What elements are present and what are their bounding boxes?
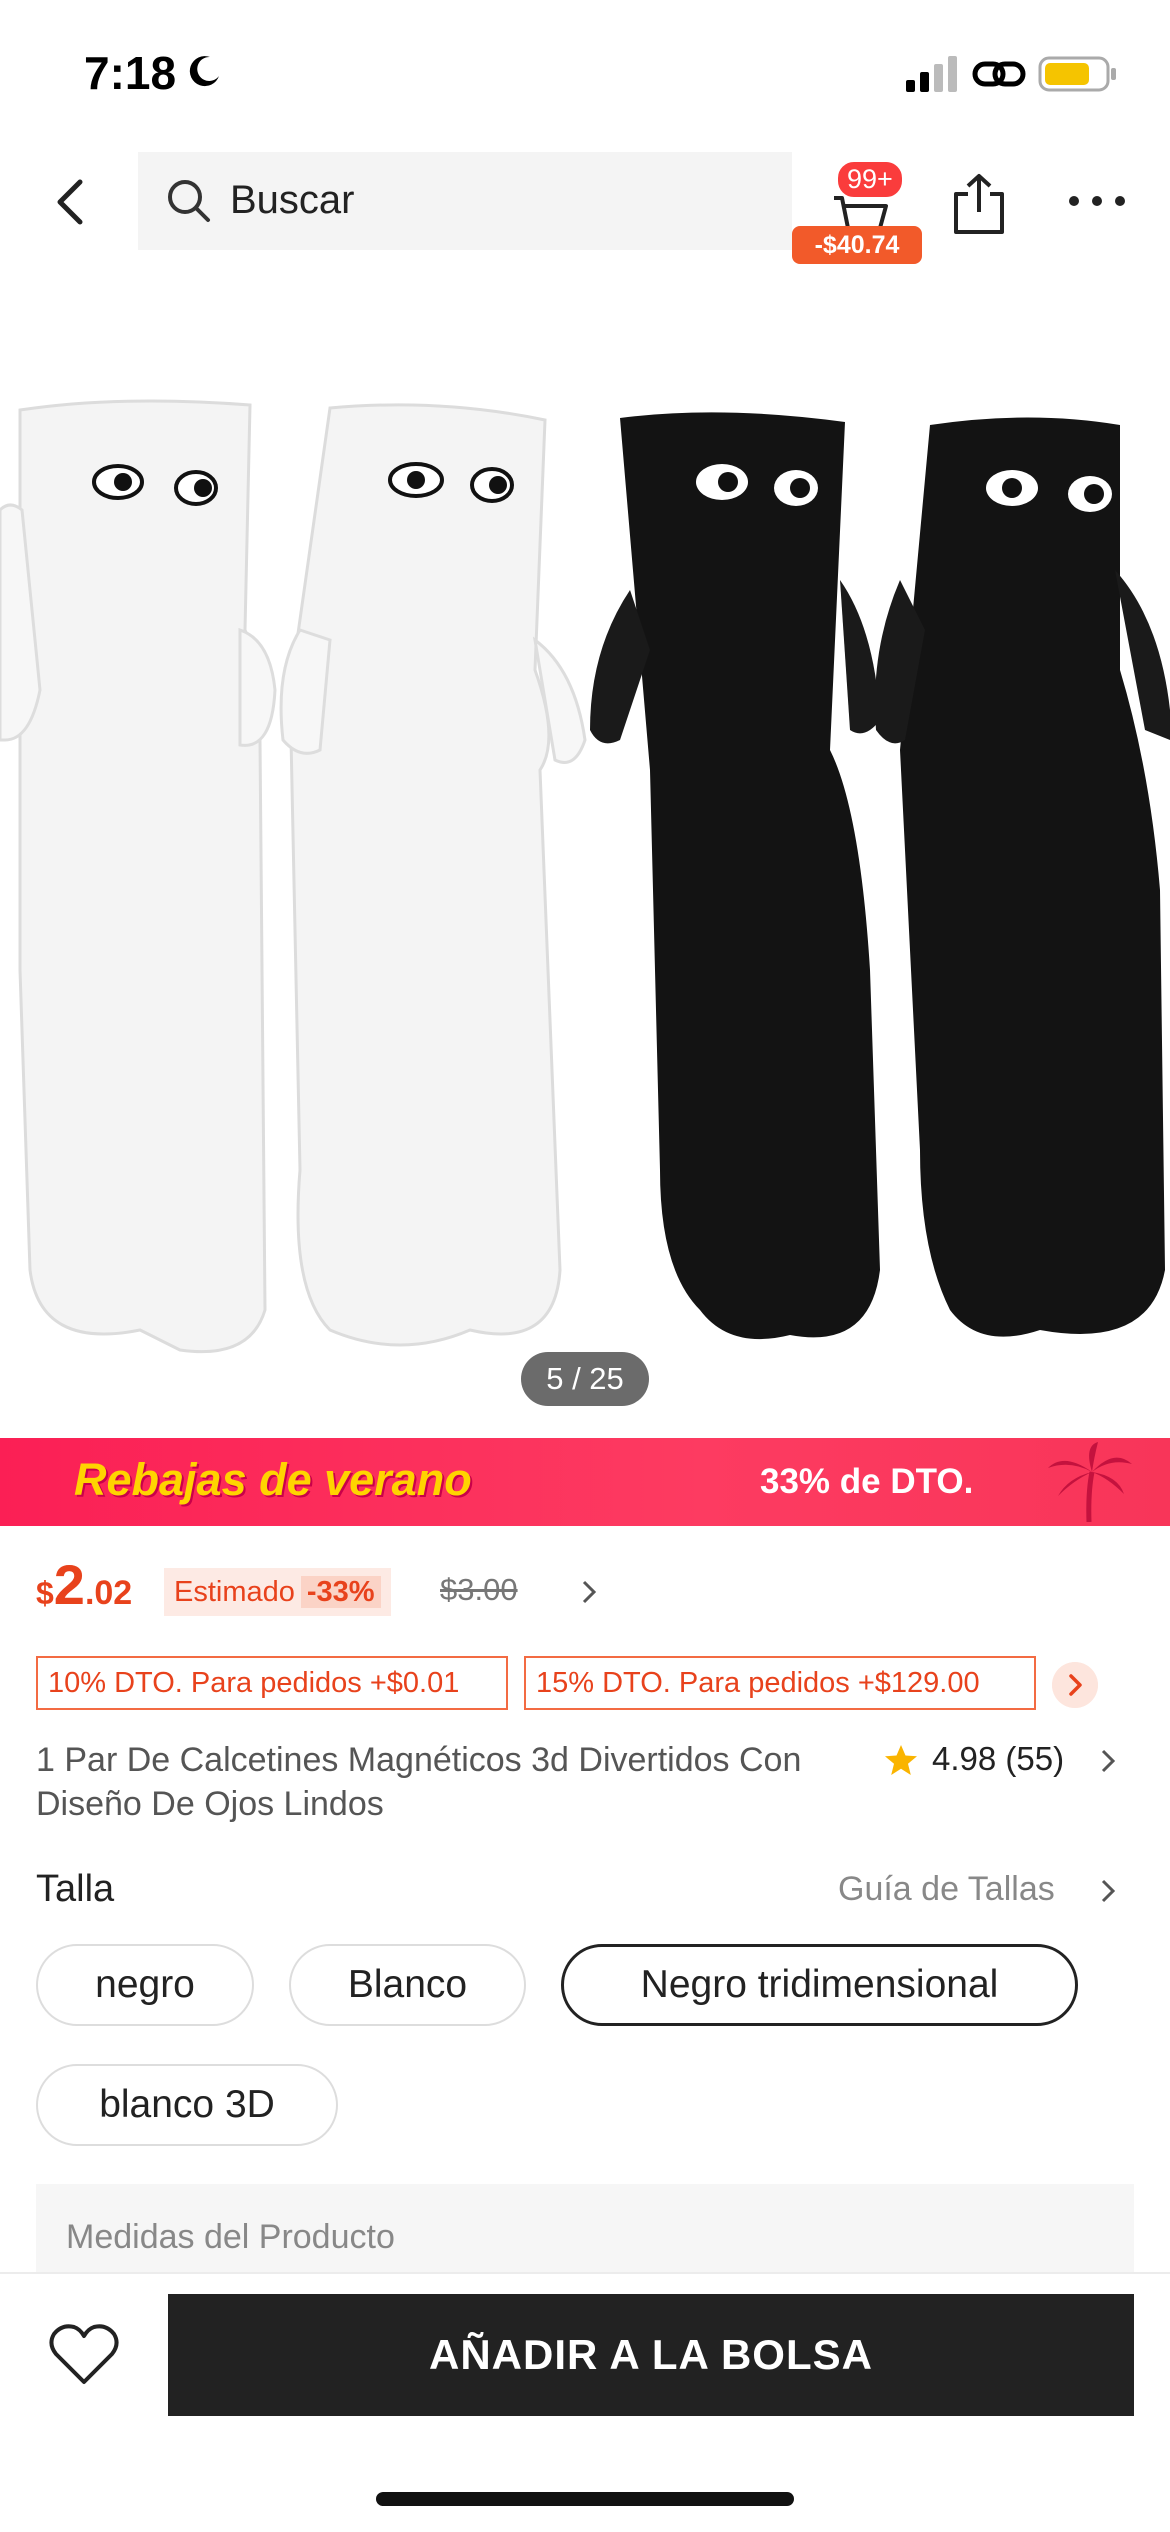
coupon-item[interactable]: 15% DTO. Para pedidos +$129.00	[524, 1656, 1036, 1710]
back-button[interactable]	[44, 170, 100, 234]
white-sock-left	[0, 399, 277, 1354]
price-integer: 2	[53, 1553, 85, 1616]
size-label: Talla	[36, 1868, 115, 1910]
chevron-right-icon[interactable]	[1098, 1746, 1118, 1776]
size-option-negro[interactable]: negro	[36, 1944, 254, 2026]
promo-title: Rebajas de verano	[74, 1454, 472, 1505]
socks-photo	[0, 399, 1170, 1354]
price-row: $2.02 Estimado -33% $3.00	[36, 1552, 1136, 1622]
white-sock-right	[279, 403, 587, 1347]
estimated-badge: Estimado -33%	[164, 1568, 391, 1616]
search-placeholder: Buscar	[230, 178, 355, 222]
review-count: (55)	[1005, 1740, 1065, 1777]
coupon-item[interactable]: 10% DTO. Para pedidos +$0.01	[36, 1656, 508, 1710]
coupon-more-button[interactable]	[1052, 1662, 1098, 1708]
black-sock-left	[590, 412, 880, 1340]
palm-tree-icon	[1048, 1442, 1132, 1522]
size-guide-link[interactable]: Guía de Tallas	[838, 1870, 1055, 1909]
cart-saving-badge: -$40.74	[792, 226, 922, 264]
size-option-blanco-3d[interactable]: blanco 3D	[36, 2064, 338, 2146]
size-option-blanco[interactable]: Blanco	[289, 1944, 526, 2026]
status-bar: 7:18	[0, 0, 1170, 140]
add-to-bag-button[interactable]: AÑADIR A LA BOLSA	[168, 2294, 1134, 2416]
price-decimal: .02	[84, 1574, 133, 1612]
link-icon	[972, 61, 1026, 87]
search-bar[interactable]: Buscar	[138, 152, 792, 250]
home-indicator[interactable]	[376, 2492, 794, 2506]
product-image-gallery[interactable]	[0, 270, 1170, 1438]
size-option-negro-tridimensional[interactable]: Negro tridimensional	[561, 1944, 1078, 2026]
promo-discount: 33% de DTO.	[760, 1462, 974, 1501]
original-price[interactable]: $3.00	[440, 1572, 518, 1608]
more-button[interactable]	[1066, 186, 1128, 216]
star-icon	[885, 1745, 917, 1775]
top-nav: Buscar 99+ -$40.74	[0, 140, 1170, 270]
estimated-label: Estimado	[174, 1576, 295, 1608]
signal-icon	[906, 56, 957, 92]
status-time: 7:18	[84, 47, 177, 99]
battery-icon	[1038, 56, 1116, 92]
promo-banner[interactable]: Rebajas de verano 33% de DTO.	[0, 1438, 1170, 1526]
share-button[interactable]	[950, 172, 1008, 236]
coupon-list: 10% DTO. Para pedidos +$0.01 15% DTO. Pa…	[36, 1656, 1136, 1712]
product-measures-section[interactable]: Medidas del Producto	[36, 2184, 1134, 2274]
chevron-right-icon[interactable]	[1098, 1876, 1118, 1906]
chevron-right-icon[interactable]	[580, 1578, 598, 1606]
black-sock-right	[875, 417, 1170, 1337]
search-icon	[168, 180, 210, 222]
bottom-action-bar: AÑADIR A LA BOLSA	[0, 2272, 1170, 2532]
rating-score: 4.98	[932, 1740, 997, 1777]
measures-label: Medidas del Producto	[66, 2218, 395, 2256]
product-title: 1 Par De Calcetines Magnéticos 3d Divert…	[36, 1741, 802, 1823]
rating-value: 4.98 (55)	[932, 1740, 1064, 1778]
image-counter: 5 / 25	[521, 1352, 649, 1406]
discount-percent: -33%	[300, 1576, 381, 1608]
cart-count-badge: 99+	[836, 160, 904, 199]
current-price: $2.02	[36, 1552, 132, 1617]
price-currency: $	[36, 1575, 54, 1611]
moon-icon	[189, 56, 219, 87]
heart-icon[interactable]	[48, 2322, 120, 2388]
